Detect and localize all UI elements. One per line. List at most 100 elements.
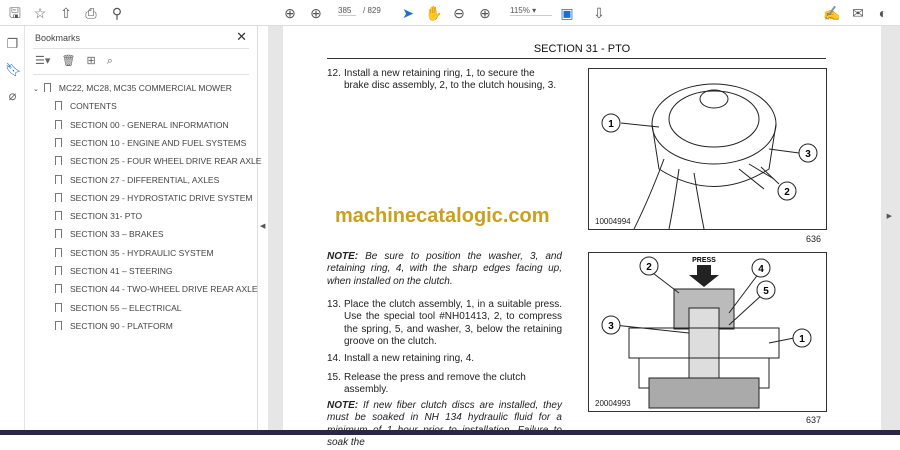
watermark: machinecatalogic.com: [335, 205, 550, 227]
bookmark-item[interactable]: SECTION 35 - HYDRAULIC SYSTEM: [55, 246, 214, 260]
previous-page-icon[interactable]: ⊕: [281, 4, 299, 22]
scrolling-mode-icon[interactable]: ⇩: [590, 4, 608, 22]
account-icon[interactable]: ◐: [874, 4, 892, 22]
bookmark-label: MC22, MC28, MC35 COMMERCIAL MOWER: [58, 83, 232, 93]
bookmark-icon: [55, 229, 62, 239]
bookmark-icon: [55, 320, 62, 330]
bookmark-item[interactable]: SECTION 33 – BRAKES: [55, 227, 164, 241]
close-icon[interactable]: ✕: [236, 29, 247, 45]
side-rail: ❐ 🔖︎ ⌀: [0, 26, 25, 430]
step-12-text: Install a new retaining ring, 1, to secu…: [344, 68, 557, 92]
bookmark-item[interactable]: SECTION 25 - FOUR WHEEL DRIVE REAR AXLE: [55, 154, 261, 168]
zoom-out-icon[interactable]: ⊖: [450, 4, 468, 22]
note-1: NOTE: Be sure to position the washer, 3,…: [327, 251, 562, 288]
note-label: NOTE:: [327, 251, 359, 262]
document-page: SECTION 31 - PTO 12. Install a new retai…: [283, 26, 881, 448]
next-page-icon[interactable]: ⊕: [307, 4, 325, 22]
figure-code: 10004994: [595, 217, 631, 226]
bookmark-item[interactable]: CONTENTS: [55, 99, 117, 113]
bookmark-icon: [55, 247, 62, 257]
figure-636: 1 3 2 10004994: [588, 68, 827, 230]
callout-2: 2: [784, 187, 790, 198]
sign-icon[interactable]: ✍: [823, 4, 841, 22]
pages-icon[interactable]: ❐: [5, 36, 20, 52]
bookmark-item[interactable]: SECTION 27 - DIFFERENTIAL, AXLES: [55, 173, 219, 187]
zoom-in-icon[interactable]: ⊕: [476, 4, 494, 22]
bookmark-item[interactable]: SECTION 10 - ENGINE AND FUEL SYSTEMS: [55, 136, 246, 150]
bookmark-icon: [55, 119, 62, 129]
note-text: If new fiber clutch discs are installed,…: [327, 400, 562, 449]
bookmark-label: SECTION 55 – ELECTRICAL: [70, 302, 182, 313]
step-number: 15.: [327, 372, 341, 383]
callout-5: 5: [763, 286, 769, 297]
collapse-panel-arrow[interactable]: ◀: [260, 222, 265, 230]
figure-number: 636: [805, 234, 821, 244]
attachment-icon[interactable]: ⌀: [5, 88, 20, 104]
bookmark-label: SECTION 33 – BRAKES: [70, 229, 164, 240]
bookmark-item[interactable]: SECTION 41 – STEERING: [55, 264, 173, 278]
email-icon[interactable]: ✉: [849, 4, 867, 22]
expand-right-panel-arrow[interactable]: ▶: [887, 212, 892, 220]
page-number-input[interactable]: 385: [338, 6, 356, 16]
callout-1: 1: [799, 334, 805, 345]
cloud-upload-icon[interactable]: ⇧: [57, 4, 75, 22]
section-header: SECTION 31 - PTO: [533, 43, 631, 55]
callout-1: 1: [608, 119, 614, 130]
bookmark-label: SECTION 31- PTO: [70, 211, 143, 222]
bookmarks-panel: Bookmarks ✕ ☰▾ 🗑︎ ⊞ ⌕ ⌄ MC22, MC28, MC35 …: [25, 26, 261, 430]
zoom-select[interactable]: 115% ▾: [510, 6, 552, 16]
figure-number: 637: [805, 415, 821, 425]
options-icon[interactable]: ☰▾: [35, 55, 50, 67]
bookmark-label: SECTION 27 - DIFFERENTIAL, AXLES: [70, 174, 220, 185]
bookmark-icon: [55, 137, 62, 147]
bookmark-item[interactable]: SECTION 00 - GENERAL INFORMATION: [55, 118, 229, 132]
page-total: / 829: [363, 6, 381, 15]
bookmark-item[interactable]: SECTION 55 – ELECTRICAL: [55, 301, 181, 315]
bookmark-icon: [55, 284, 62, 294]
find-bookmark-icon[interactable]: ⌕: [107, 55, 113, 67]
save-icon[interactable]: 🖫: [6, 4, 24, 22]
bookmark-label: SECTION 35 - HYDRAULIC SYSTEM: [70, 247, 214, 258]
bookmark-label: CONTENTS: [70, 101, 117, 112]
step-number: 14.: [327, 353, 341, 364]
bookmark-item[interactable]: SECTION 29 - HYDROSTATIC DRIVE SYSTEM: [55, 191, 252, 205]
step-number: 12.: [327, 68, 341, 79]
fit-page-icon[interactable]: ▣: [558, 4, 576, 22]
chevron-down-icon[interactable]: ⌄: [33, 86, 39, 93]
select-cursor-icon[interactable]: ➤: [399, 4, 417, 22]
bookmark-icon: [55, 156, 62, 166]
note-label: NOTE:: [327, 400, 359, 411]
bookmark-label: SECTION 44 - TWO-WHEEL DRIVE REAR AXLE: [70, 284, 258, 295]
bookmark-label: SECTION 90 - PLATFORM: [70, 320, 173, 331]
bookmark-item[interactable]: ⌄ MC22, MC28, MC35 COMMERCIAL MOWER: [33, 81, 232, 95]
step-15-text: Release the press and remove the clutch …: [344, 372, 526, 396]
callout-4: 4: [758, 264, 764, 275]
bookmark-label: SECTION 29 - HYDROSTATIC DRIVE SYSTEM: [70, 192, 253, 203]
hand-tool-icon[interactable]: ✋: [425, 4, 443, 22]
bookmark-label: SECTION 25 - FOUR WHEEL DRIVE REAR AXLE: [70, 156, 262, 167]
taskbar-edge: [0, 430, 900, 435]
bookmark-item[interactable]: SECTION 31- PTO: [55, 209, 142, 223]
bookmark-icon[interactable]: 🔖︎: [5, 62, 22, 78]
bookmark-item[interactable]: SECTION 44 - TWO-WHEEL DRIVE REAR AXLE: [55, 282, 258, 296]
bookmark-icon: [55, 266, 62, 275]
bookmark-icon: [43, 83, 51, 92]
panel-title: Bookmarks: [35, 33, 81, 43]
toolbar: 🖫 ☆ ⇧ ⎙ ⚲ ⊕ ⊕ 385 / 829 ➤ ✋ ⊖ ⊕ 115% ▾ ▣…: [0, 0, 900, 26]
step-number: 13.: [327, 299, 341, 310]
star-icon[interactable]: ☆: [31, 4, 49, 22]
bookmark-icon: [55, 302, 62, 312]
callout-3: 3: [608, 321, 614, 332]
step-14-text: Install a new retaining ring, 4.: [344, 353, 475, 364]
press-label: PRESS: [692, 257, 716, 264]
step-13-text: Place the clutch assembly, 1, in a suita…: [344, 299, 562, 348]
figure-code: 20004993: [595, 399, 631, 408]
search-icon[interactable]: ⚲: [108, 4, 126, 22]
bookmark-item[interactable]: SECTION 90 - PLATFORM: [55, 319, 173, 333]
zoom-value: 115%: [510, 6, 530, 15]
new-bookmark-icon[interactable]: ⊞: [86, 55, 95, 67]
bookmark-label: SECTION 00 - GENERAL INFORMATION: [70, 119, 229, 130]
print-icon[interactable]: ⎙: [82, 4, 100, 22]
delete-icon[interactable]: 🗑︎: [61, 55, 75, 67]
bookmark-label: SECTION 10 - ENGINE AND FUEL SYSTEMS: [70, 137, 247, 148]
